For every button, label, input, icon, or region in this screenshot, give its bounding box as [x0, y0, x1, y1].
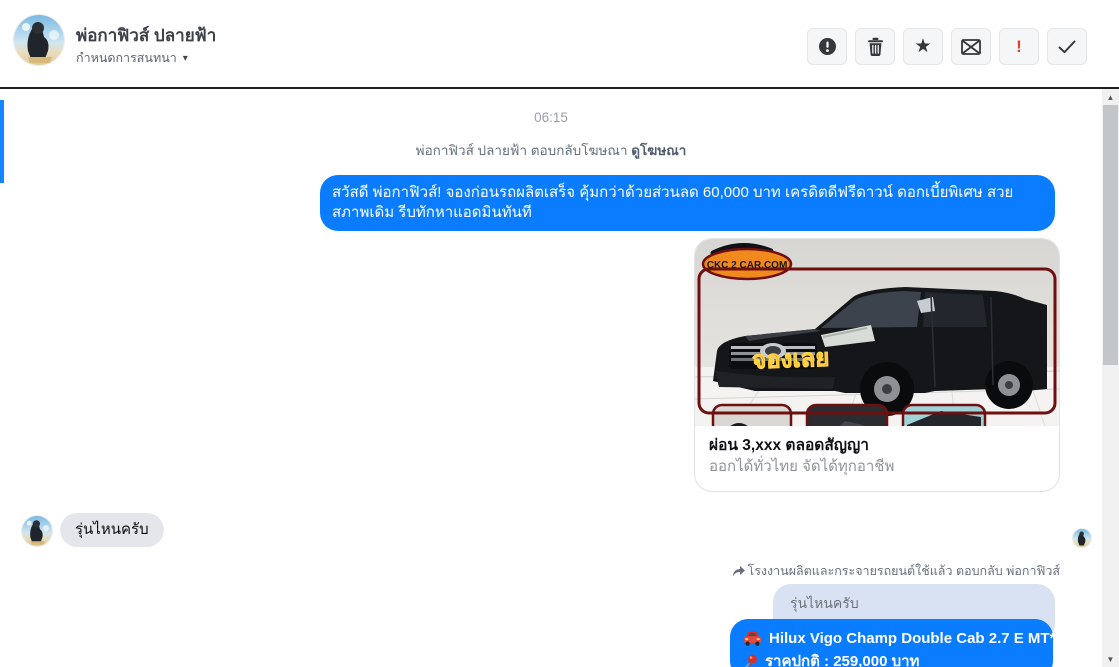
star-icon: ★ [914, 36, 932, 57]
car-emoji-icon [744, 631, 761, 646]
vehicle-model-text: Hilux Vigo Champ Double Cab 2.7 E MT* [769, 630, 1056, 647]
view-ad-link[interactable]: ดูโฆษณา [631, 143, 686, 158]
conversation-schedule-label: กำหนดการสนทนา [76, 51, 177, 65]
exclamation-icon: ! [1016, 36, 1022, 56]
ad-reply-system-message: พ่อกาฟิวส์ ปลายฟ้า ตอบกลับโฆษณา ดูโฆษณา [0, 139, 1102, 161]
conversation-actions-toolbar: ★ ! [807, 28, 1087, 65]
reply-arrow-icon [732, 565, 745, 576]
system-message-text: พ่อกาฟิวส์ ปลายฟ้า ตอบกลับโฆษณา [415, 143, 632, 158]
vehicle-card-body: ผ่อน 3,xxx ตลอดสัญญา ออกได้ทั่วไทย จัดได… [695, 426, 1059, 491]
mark-unread-button[interactable] [951, 28, 991, 65]
booked-overlay-text: จองเลย [752, 345, 830, 375]
avatar-illustration [1073, 529, 1091, 547]
check-icon [1058, 40, 1076, 53]
chat-scrollbar[interactable]: ▲ ▼ [1102, 89, 1119, 667]
outgoing-message-greeting[interactable]: สวัสดี พ่อกาฟิวส์! จองก่อนรถผลิตเสร็จ คุ… [320, 175, 1055, 231]
vehicle-photo: CKC 2 CAR.COM จองเลย J090 [695, 239, 1059, 426]
vehicle-ad-card[interactable]: CKC 2 CAR.COM จองเลย J090 ผ่อน 3,xxx ตลอ… [694, 238, 1060, 492]
outgoing-message-vehicle-info[interactable]: Hilux Vigo Champ Double Cab 2.7 E MT* รา… [730, 619, 1055, 667]
scrollbar-up-arrow[interactable]: ▲ [1102, 89, 1119, 105]
delete-button[interactable] [855, 28, 895, 65]
vehicle-card-title: ผ่อน 3,xxx ตลอดสัญญา [709, 437, 869, 454]
conversation-header: พ่อกาฟิวส์ ปลายฟ้า กำหนดการสนทนา ▾ ★ ! [0, 0, 1119, 87]
conversation-timestamp: 06:15 [534, 110, 568, 125]
incoming-message-avatar[interactable] [22, 516, 52, 546]
messenger-conversation-window: พ่อกาฟิวส์ ปลายฟ้า กำหนดการสนทนา ▾ ★ ! 0… [0, 0, 1119, 667]
contact-avatar[interactable] [14, 15, 64, 65]
incoming-message-bubble[interactable]: รุ่นไหนครับ [60, 513, 164, 547]
reply-context-text: โรงงานผลิตและกระจายรถยนต์ใช้แล้ว ตอบกลับ… [747, 564, 1061, 578]
seen-indicator-avatar [1073, 529, 1091, 547]
contact-name: พ่อกาฟิวส์ ปลายฟ้า [76, 26, 217, 45]
pushpin-emoji-icon [744, 654, 757, 667]
photo-thumbnails [711, 403, 987, 426]
vehicle-card-subtitle: ออกได้ทั่วไทย จัดได้ทุกอาชีพ [709, 458, 895, 475]
chevron-down-icon: ▾ [182, 52, 188, 64]
mark-important-button[interactable]: ! [999, 28, 1039, 65]
message-thread: 06:15 พ่อกาฟิวส์ ปลายฟ้า ตอบกลับโฆษณา ดู… [0, 89, 1102, 667]
reply-context: โรงงานผลิตและกระจายรถยนต์ใช้แล้ว ตอบกลับ… [732, 561, 1061, 581]
vehicle-price-row: ราคปกติ : 259,000 บาท [743, 650, 1040, 667]
vehicle-model-row: Hilux Vigo Champ Double Cab 2.7 E MT* [743, 627, 1055, 650]
avatar-illustration [22, 516, 52, 546]
report-button[interactable] [807, 28, 847, 65]
conversation-schedule-dropdown[interactable]: กำหนดการสนทนา ▾ [76, 48, 188, 68]
star-button[interactable]: ★ [903, 28, 943, 65]
scrollbar-down-arrow[interactable]: ▼ [1102, 651, 1119, 667]
mark-done-button[interactable] [1047, 28, 1087, 65]
scrollbar-thumb[interactable] [1103, 105, 1118, 365]
avatar-illustration [14, 15, 64, 65]
vehicle-price-text: ราคปกติ : 259,000 บาท [765, 653, 920, 667]
trash-icon [867, 37, 883, 56]
report-circle-icon [818, 38, 836, 55]
envelope-x-icon [961, 38, 981, 55]
